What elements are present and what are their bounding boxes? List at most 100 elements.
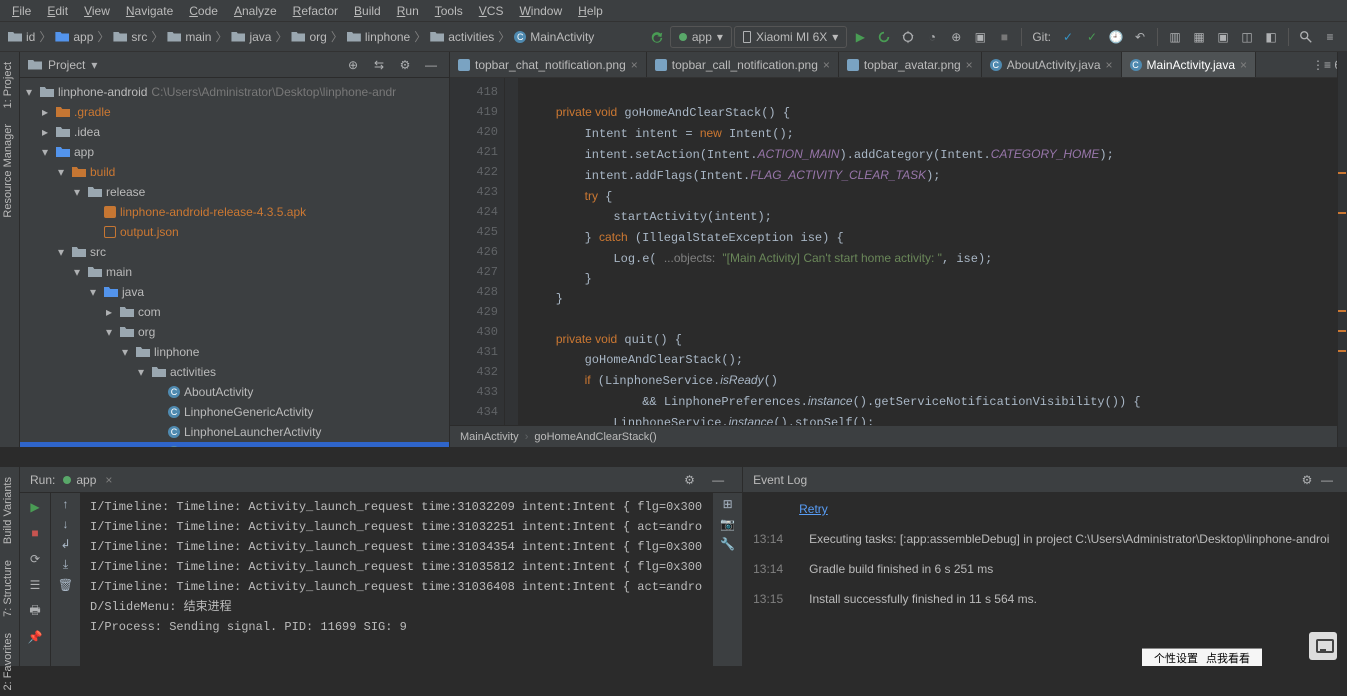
gear-icon[interactable]: ⚙	[395, 55, 415, 75]
caret-icon[interactable]: ▾	[74, 265, 84, 279]
caret-icon[interactable]: ▾	[58, 165, 68, 179]
menu-refactor[interactable]: Refactor	[285, 2, 346, 20]
tool-tab----project[interactable]: 1: Project	[0, 56, 16, 114]
tree-node[interactable]: ▾main	[20, 262, 449, 282]
run-coverage-button[interactable]: ▣	[969, 26, 991, 48]
tree-root[interactable]: ▾ linphone-android C:\Users\Administrato…	[20, 82, 449, 102]
tree-node[interactable]: ▾linphone	[20, 342, 449, 362]
caret-icon[interactable]: ▾	[138, 365, 148, 379]
tree-node[interactable]: CLinphoneLauncherActivity	[20, 422, 449, 442]
locate-icon[interactable]: ⊕	[343, 55, 363, 75]
breadcrumb-MainActivity[interactable]: CMainActivity	[512, 30, 596, 44]
menu-tools[interactable]: Tools	[427, 2, 471, 20]
notification-popup[interactable]: 个性设置 点我看看	[1142, 648, 1262, 666]
menu-file[interactable]: File	[4, 2, 39, 20]
profile-button[interactable]: ◔	[921, 26, 943, 48]
run-tab[interactable]: app×	[63, 473, 112, 487]
hide-icon[interactable]: —	[1317, 473, 1337, 487]
menu-run[interactable]: Run	[389, 2, 427, 20]
down-button[interactable]: ↓	[63, 517, 69, 531]
editor-tab[interactable]: topbar_avatar.png×	[839, 52, 982, 77]
debug-button[interactable]	[897, 26, 919, 48]
collapse-all-icon[interactable]: ⇆	[369, 55, 389, 75]
tool-tab-resource-manager[interactable]: Resource Manager	[0, 118, 16, 224]
menu-vcs[interactable]: VCS	[471, 2, 512, 20]
close-icon[interactable]: ×	[823, 58, 830, 72]
soft-wrap-button[interactable]: ↲	[60, 537, 70, 551]
hide-icon[interactable]: —	[712, 473, 732, 487]
usb-device-icon[interactable]	[1309, 632, 1337, 660]
editor-tab[interactable]: CMainActivity.java×	[1122, 52, 1257, 77]
menu-window[interactable]: Window	[511, 2, 570, 20]
caret-icon[interactable]: ▾	[106, 325, 116, 339]
menu-navigate[interactable]: Navigate	[118, 2, 181, 20]
close-icon[interactable]: ×	[631, 58, 638, 72]
avd-manager-button[interactable]: ▥	[1164, 26, 1186, 48]
menu-edit[interactable]: Edit	[39, 2, 76, 20]
breadcrumb-id[interactable]: id	[6, 30, 37, 44]
chevron-down-icon[interactable]: ▾	[91, 58, 97, 72]
close-icon[interactable]: ×	[1240, 58, 1247, 72]
menu-build[interactable]: Build	[346, 2, 389, 20]
clear-button[interactable]: 🗑	[58, 578, 73, 592]
screenshot-button[interactable]: 📷	[720, 517, 735, 531]
close-icon[interactable]: ×	[966, 58, 973, 72]
caret-icon[interactable]: ▾	[58, 245, 68, 259]
tool-tab----favorites[interactable]: 2: Favorites	[0, 627, 16, 696]
gutter[interactable]: 418 419 420 421 422 423 424 425 426 427 …	[450, 78, 505, 425]
tree-node[interactable]: ▸.idea	[20, 122, 449, 142]
print-button[interactable]: 🖶	[25, 601, 45, 621]
tree-node[interactable]: ▾app	[20, 142, 449, 162]
breadcrumb-java[interactable]: java	[229, 30, 273, 44]
tree-node[interactable]: ▸.gradle	[20, 102, 449, 122]
caret-icon[interactable]: ▸	[42, 105, 52, 119]
caret-icon[interactable]: ▾	[26, 85, 36, 99]
resource-manager-button[interactable]: ◧	[1260, 26, 1282, 48]
fold-column[interactable]	[505, 78, 519, 425]
tree-node[interactable]: ▾src	[20, 242, 449, 262]
tool-tab-build-variants[interactable]: Build Variants	[0, 471, 16, 550]
run-button[interactable]: ▶	[849, 26, 871, 48]
layout-button[interactable]: ⊞	[723, 497, 733, 511]
breadcrumb-org[interactable]: org	[289, 30, 328, 44]
error-stripe[interactable]	[1337, 78, 1347, 425]
editor-tab[interactable]: topbar_chat_notification.png×	[450, 52, 647, 77]
tree-node[interactable]: CMainActivity	[20, 442, 449, 447]
tree-node[interactable]: ▾release	[20, 182, 449, 202]
vcs-history-button[interactable]: 🕘	[1105, 26, 1127, 48]
restart-button[interactable]: ⟳	[25, 549, 45, 569]
tree-node[interactable]: ▾activities	[20, 362, 449, 382]
breadcrumb-app[interactable]: app	[53, 30, 95, 44]
caret-icon[interactable]: ▾	[122, 345, 132, 359]
crumb-class[interactable]: MainActivity	[460, 431, 519, 443]
vcs-update-button[interactable]: ✓	[1057, 26, 1079, 48]
event-log-body[interactable]: Retry 13:14Executing tasks: [:app:assemb…	[743, 493, 1347, 666]
code-editor[interactable]: private void goHomeAndClearStack() { Int…	[519, 78, 1347, 425]
sync-icon[interactable]	[646, 26, 668, 48]
scroll-to-end-button[interactable]: ⤓	[63, 557, 68, 572]
attach-debugger-button[interactable]: ⊕	[945, 26, 967, 48]
caret-icon[interactable]: ▾	[42, 145, 52, 159]
close-icon[interactable]: ×	[1106, 58, 1113, 72]
up-button[interactable]: ↑	[63, 497, 69, 511]
vcs-revert-button[interactable]: ↶	[1129, 26, 1151, 48]
caret-icon[interactable]: ▾	[90, 285, 100, 299]
retry-link[interactable]: Retry	[753, 499, 1337, 519]
project-tree[interactable]: ▾ linphone-android C:\Users\Administrato…	[20, 78, 449, 447]
tree-node[interactable]: ▸com	[20, 302, 449, 322]
menu-code[interactable]: Code	[181, 2, 226, 20]
caret-icon[interactable]: ▸	[106, 305, 116, 319]
editor-tab[interactable]: topbar_call_notification.png×	[647, 52, 839, 77]
editor-tab[interactable]: CAboutActivity.java×	[982, 52, 1122, 77]
tree-node[interactable]: ▾org	[20, 322, 449, 342]
filter-button[interactable]: ☰	[25, 575, 45, 595]
menu-help[interactable]: Help	[570, 2, 611, 20]
sdk-manager-button[interactable]: ▦	[1188, 26, 1210, 48]
tool-tab----structure[interactable]: 7: Structure	[0, 554, 16, 623]
breadcrumb-linphone[interactable]: linphone	[345, 30, 412, 44]
settings-button[interactable]: 🔧	[720, 537, 735, 551]
tree-node[interactable]: ▾java	[20, 282, 449, 302]
breadcrumb-main[interactable]: main	[165, 30, 213, 44]
project-structure-button[interactable]: ▣	[1212, 26, 1234, 48]
pin-button[interactable]: 📌	[25, 627, 45, 647]
